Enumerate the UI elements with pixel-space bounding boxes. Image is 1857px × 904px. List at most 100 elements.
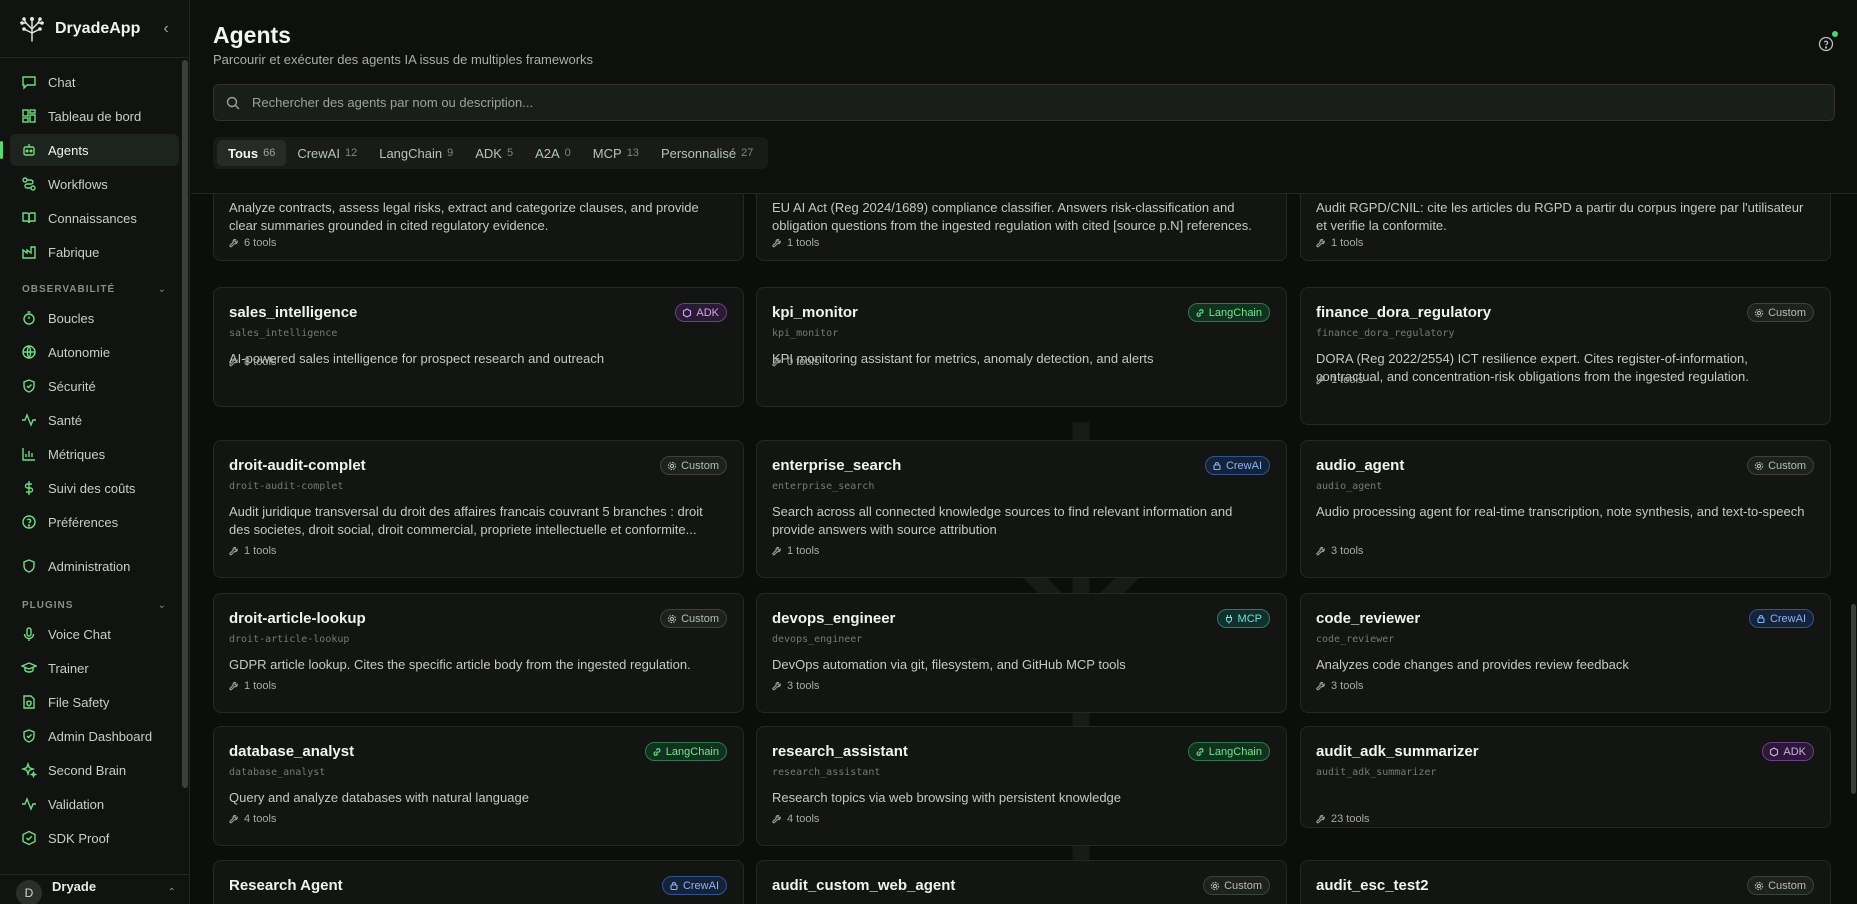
sidebar-item-validation[interactable]: Validation [10,788,179,820]
agent-card[interactable]: droit-article-lookup droit-article-lookup… [213,593,744,713]
tab-count: 0 [564,147,571,159]
sidebar-item-label: Sécurité [48,378,96,394]
tab-label: CrewAI [297,145,340,161]
wrench-icon [1316,814,1325,824]
framework-badge: Custom [660,609,727,628]
sidebar-item-securite[interactable]: Sécurité [10,370,179,402]
framework-icon [1757,614,1765,623]
badge-label: Custom [1224,879,1262,892]
agent-id: enterprise_search [772,481,875,492]
tool-count: 8 tools [229,356,276,368]
sidebar-item-connaissances[interactable]: Connaissances [10,202,179,234]
tool-count-label: 1 tools [1331,374,1364,386]
badge-label: MCP [1237,612,1262,625]
sidebar-item-sante[interactable]: Santé [10,404,179,436]
sidebar-item-label: Préférences [48,514,119,530]
wrench-icon [229,546,238,556]
sidebar-item-chat[interactable]: Chat [10,66,179,98]
agent-card[interactable]: finance_dora_regulatory finance_dora_regu… [1300,287,1831,425]
agent-card[interactable]: audit_adk_summarizer audit_adk_summarizer… [1300,726,1831,828]
section-observability[interactable]: OBSERVABILITÉ ⌄ [10,276,179,302]
tool-count: 23 tools [1316,813,1370,825]
sidebar-item-dashboard[interactable]: Tableau de bord [10,100,179,132]
sidebar-item-second-brain[interactable]: Second Brain [10,754,179,786]
framework-icon [683,307,692,318]
sidebar-item-label: Métriques [48,446,106,462]
agent-card[interactable]: droit-audit-complet droit-audit-complet Cu… [213,440,744,578]
sidebar-item-autonomie[interactable]: Autonomie [10,336,179,368]
agent-name: droit-article-lookup [229,610,366,627]
section-plugins[interactable]: PLUGINS ⌄ [10,592,179,618]
chevron-left-icon[interactable]: ‹ [157,20,175,38]
sidebar-item-trainer[interactable]: Trainer [10,652,179,684]
agent-description: Analyzes code changes and provides revie… [1316,657,1629,672]
agent-card[interactable]: sales_intelligence sales_intelligence ADK A… [213,287,744,407]
agent-card[interactable]: database_analyst database_analyst LangChai… [213,726,744,846]
tool-count: 0 tools [772,356,819,368]
badge-label: LangChain [665,745,719,758]
agent-card[interactable]: research_assistant research_assistant Lang… [756,726,1287,846]
tab-crewai[interactable]: CrewAI 12 [286,140,368,166]
sidebar-item-label: Workflows [48,176,108,192]
tool-count: 6 tools [229,237,276,249]
framework-icon [1754,461,1764,470]
tab-tous[interactable]: Tous 66 [217,140,287,166]
agent-description: KPI monitoring assistant for metrics, an… [772,351,1154,366]
agent-card[interactable]: audit_custom_web_agent Custom [756,860,1287,904]
content-scrollbar[interactable] [1851,604,1856,794]
framework-icon [1210,881,1220,890]
tab-label: ADK [475,145,502,161]
agent-card[interactable]: devops_engineer devops_engineer MCP DevOps … [756,593,1287,713]
sidebar-scrollbar[interactable] [182,60,188,788]
framework-icon [670,881,678,890]
tab-mcp[interactable]: MCP 13 [582,140,650,166]
tool-count: 1 tools [772,545,819,557]
tab-adk[interactable]: ADK 5 [464,140,524,166]
framework-badge: LangChain [1187,303,1270,322]
framework-badge: CrewAI [1204,456,1270,475]
sidebar-item-admin-dashboard[interactable]: Admin Dashboard [10,720,179,752]
sidebar-item-couts[interactable]: Suivi des coûts [10,472,179,504]
help-button[interactable] [1818,31,1838,52]
sidebar-item-boucles[interactable]: Boucles [10,302,179,334]
sidebar-item-agents[interactable]: Agents [0,134,179,166]
agent-card[interactable]: kpi_monitor kpi_monitor LangChain KPI monit… [756,287,1287,407]
agent-card[interactable]: audit_esc_test2 Custom [1300,860,1831,904]
badge-label: CrewAI [1225,459,1262,472]
framework-badge: MCP [1216,609,1270,628]
tool-count-label: 1 tools [787,545,820,557]
user-menu[interactable]: D Dryade ⌃ [0,874,189,904]
framework-badge: LangChain [644,742,727,761]
badge-label: Custom [681,612,719,625]
sidebar-item-file-safety[interactable]: File Safety [10,686,179,718]
agent-name: audit_custom_web_agent [772,877,956,894]
page-title: Agents [213,22,291,48]
search-bar[interactable] [213,84,1835,121]
sidebar-item-sdk-proof[interactable]: SDK Proof [10,822,179,854]
agent-card[interactable]: enterprise_search enterprise_search CrewAI… [756,440,1287,578]
activity-icon [21,796,37,812]
agent-description: Search across all connected knowledge so… [772,504,1233,537]
tab-langchain[interactable]: LangChain 9 [368,140,464,166]
agent-card[interactable]: Research Agent CrewAI [213,860,744,904]
tab-personnalise[interactable]: Personnalisé 27 [650,140,764,166]
sidebar-item-workflows[interactable]: Workflows [10,168,179,200]
sidebar-item-metriques[interactable]: Métriques [10,438,179,470]
tool-count-label: 1 tools [787,237,820,249]
tool-count-label: 4 tools [787,813,820,825]
search-input[interactable] [252,95,1834,110]
tab-a2a[interactable]: A2A 0 [524,140,582,166]
shield-check-icon [21,728,37,744]
badge-label: Custom [681,459,719,472]
sidebar-item-voice-chat[interactable]: Voice Chat [10,618,179,650]
agent-name: kpi_monitor [772,304,858,321]
sidebar-item-administration[interactable]: Administration [10,550,179,582]
file-shield-icon [21,694,37,710]
agent-description: Audit RGPD/CNIL: cite les articles du RG… [1316,200,1804,233]
sidebar-item-fabrique[interactable]: Fabrique [10,236,179,268]
agent-card[interactable]: code_reviewer code_reviewer CrewAI Analyzes… [1300,593,1831,713]
shield-check-icon [21,378,37,394]
agent-card[interactable]: audio_agent audio_agent Custom Audio proces… [1300,440,1831,578]
sidebar-item-preferences[interactable]: Préférences [10,506,179,538]
tool-count: 1 tools [229,680,276,692]
